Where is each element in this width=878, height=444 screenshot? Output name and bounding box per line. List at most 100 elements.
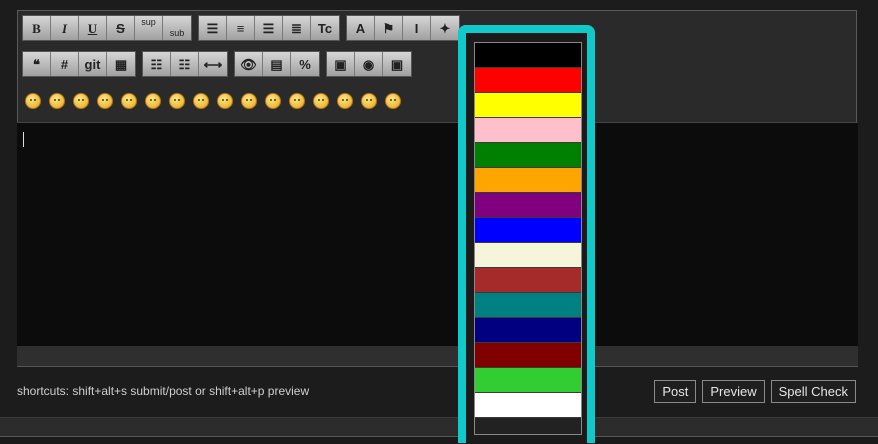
smiley-happy-icon[interactable] (361, 93, 377, 109)
strikethrough-button[interactable]: S (107, 16, 135, 40)
highlight-button[interactable]: I (403, 16, 431, 40)
align-left-button[interactable]: ☰ (199, 16, 227, 40)
color-swatch[interactable] (475, 218, 581, 243)
git-icon: git (84, 56, 101, 72)
table-button[interactable]: ▦ (107, 52, 135, 76)
subscript-icon: sub (169, 28, 185, 38)
preview-button[interactable]: Preview (702, 380, 765, 403)
color-swatch[interactable] (475, 68, 581, 93)
numbered-list-icon: ☷ (178, 56, 191, 72)
insert-video-icon: ▣ (390, 56, 404, 72)
smiley-laugh-icon[interactable] (97, 93, 113, 109)
underline-icon: U (87, 20, 98, 36)
insert-link-icon: ◉ (362, 56, 375, 72)
color-swatch[interactable] (475, 43, 581, 68)
spoiler-button[interactable]: 👁 (235, 52, 263, 76)
horizontal-rule-icon: ⟷ (203, 56, 223, 72)
color-a-icon: A (355, 20, 366, 36)
toolbar-row2-group-3: ▣ ◉ ▣ (326, 51, 412, 77)
bold-button[interactable]: B (23, 16, 51, 40)
smiley-tongue-icon[interactable] (241, 93, 257, 109)
quote-icon: ❝ (33, 56, 40, 72)
insert-image-button[interactable]: ▣ (327, 52, 355, 76)
toolbar-row1-group-0: B I U Ssup sub (22, 15, 192, 41)
insert-image-icon: ▣ (334, 56, 347, 72)
superscript-icon: sup (141, 17, 156, 27)
smiley-frown-icon[interactable] (385, 93, 401, 109)
align-right-button[interactable]: ☰ (255, 16, 283, 40)
smiley-cool-icon[interactable] (193, 93, 209, 109)
font-button[interactable]: Tc (311, 16, 339, 40)
color-swatch[interactable] (475, 193, 581, 218)
quote-button[interactable]: ❝ (23, 52, 51, 76)
color-swatch[interactable] (475, 93, 581, 118)
color-swatch[interactable] (475, 143, 581, 168)
shortcuts-hint: shortcuts: shift+alt+s submit/post or sh… (17, 384, 310, 398)
font-icon: Tc (317, 20, 333, 36)
smiley-surprised-icon[interactable] (169, 93, 185, 109)
toolbar-row1-group-1: ☰ ≡ ☰ ≣ Tc (198, 15, 340, 41)
smiley-confused-icon[interactable] (145, 93, 161, 109)
percent-icon: % (299, 56, 311, 72)
horizontal-rule-button[interactable]: ⟷ (199, 52, 227, 76)
color-swatch[interactable] (475, 268, 581, 293)
italic-button[interactable]: I (51, 16, 79, 40)
smiley-angry-icon[interactable] (121, 93, 137, 109)
smiley-smile-icon[interactable] (25, 93, 41, 109)
attach-button[interactable]: ▤ (263, 52, 291, 76)
table-icon: ▦ (114, 56, 128, 72)
underline-button[interactable]: U (79, 16, 107, 40)
color-swatch[interactable] (475, 293, 581, 318)
numbered-list-button[interactable]: ☷ (171, 52, 199, 76)
align-center-icon: ≡ (236, 20, 245, 36)
color-swatch[interactable] (475, 318, 581, 343)
resize-handle[interactable] (17, 346, 858, 367)
justify-button[interactable]: ≣ (283, 16, 311, 40)
color-swatch[interactable] (475, 368, 581, 393)
git-button[interactable]: git (79, 52, 107, 76)
pin-button[interactable]: ✦ (431, 16, 459, 40)
subscript-button[interactable]: sub (163, 16, 191, 40)
color-swatch[interactable] (475, 168, 581, 193)
hash-icon: # (60, 56, 69, 72)
strikethrough-icon: S (116, 20, 125, 36)
superscript-button[interactable]: sup (135, 16, 163, 40)
italic-icon: I (61, 20, 68, 36)
color-swatch[interactable] (475, 243, 581, 268)
flag-button[interactable]: ⚑ (375, 16, 403, 40)
smiley-blush-icon[interactable] (265, 93, 281, 109)
align-center-button[interactable]: ≡ (227, 16, 255, 40)
bold-icon: B (32, 20, 41, 36)
smiley-neutral-icon[interactable] (337, 93, 353, 109)
toolbar-row-1: B I U Ssup sub ☰ ≡ ☰ ≣ Tc A ⚑ I ✦ (22, 15, 460, 41)
color-picker-dropdown (474, 42, 582, 435)
color-swatch[interactable] (475, 118, 581, 143)
smiley-cry-icon[interactable] (313, 93, 329, 109)
text-caret (23, 132, 24, 147)
bullet-list-button[interactable]: ☷ (143, 52, 171, 76)
smiley-sad-icon[interactable] (217, 93, 233, 109)
smiley-grin-icon[interactable] (73, 93, 89, 109)
toolbar-row2-group-0: ❝ # git ▦ (22, 51, 136, 77)
smiley-wink-icon[interactable] (49, 93, 65, 109)
color-a-button[interactable]: A (347, 16, 375, 40)
percent-button[interactable]: % (291, 52, 319, 76)
color-swatch[interactable] (475, 343, 581, 368)
message-textarea[interactable] (17, 122, 858, 347)
smiley-bar (25, 93, 401, 109)
hash-button[interactable]: # (51, 52, 79, 76)
action-buttons: Post Preview Spell Check (654, 380, 856, 403)
post-button[interactable]: Post (654, 380, 697, 403)
insert-video-button[interactable]: ▣ (383, 52, 411, 76)
color-swatch[interactable] (475, 393, 581, 418)
toolbar-row-2: ❝ # git ▦ ☷ ☷ ⟷ 👁 ▤% ▣ ◉ ▣ (22, 51, 412, 77)
insert-link-button[interactable]: ◉ (355, 52, 383, 76)
smiley-shocked-icon[interactable] (289, 93, 305, 109)
bullet-list-icon: ☷ (150, 56, 163, 72)
attach-icon: ▤ (270, 56, 283, 72)
spell-check-button[interactable]: Spell Check (770, 380, 856, 403)
bottom-strip (0, 417, 878, 436)
toolbar-row2-group-1: ☷ ☷ ⟷ (142, 51, 228, 77)
flag-icon: ⚑ (382, 20, 395, 36)
justify-icon: ≣ (291, 20, 302, 36)
